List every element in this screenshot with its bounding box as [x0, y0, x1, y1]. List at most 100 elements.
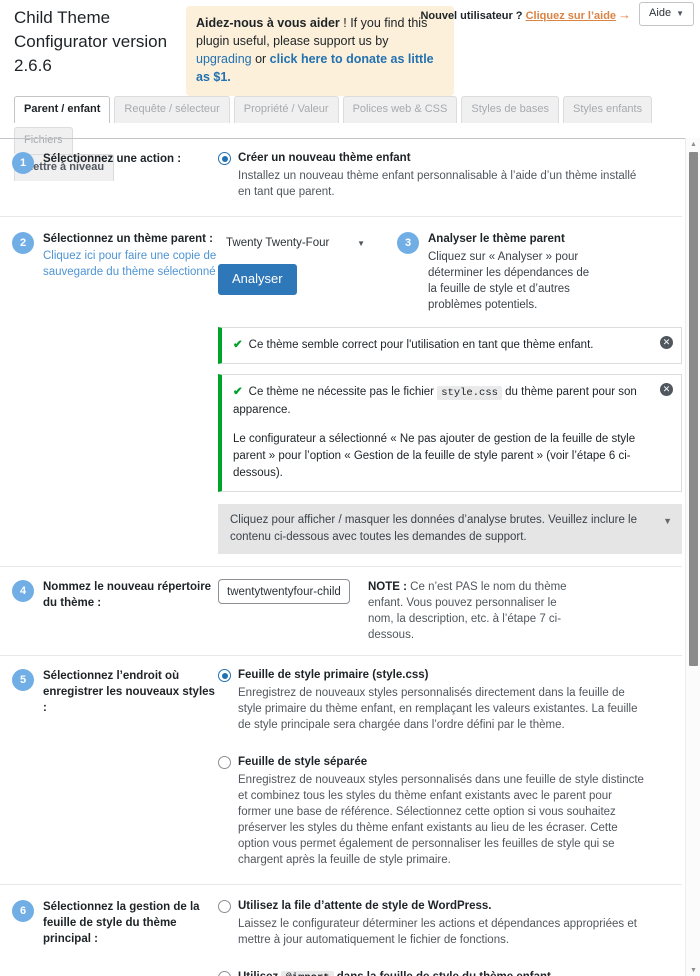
upgrade-link[interactable]: upgrading: [196, 52, 252, 66]
tab-propriete-valeur[interactable]: Propriété / Valeur: [233, 96, 339, 123]
step-5-row: 5 Sélectionnez l’endroit où enregistrer …: [0, 656, 682, 885]
notice-stylesheet-p1: ✔ Ce thème ne nécessite pas le fichier st…: [233, 384, 651, 419]
step-4-columns: NOTE : Ce n’est PAS le nom du thème enfa…: [218, 579, 682, 643]
scrollbar-thumb[interactable]: [689, 152, 698, 666]
backup-theme-link[interactable]: Cliquez ici pour faire une copie de sauv…: [43, 248, 218, 280]
tab-polices-web-css[interactable]: Polices web & CSS: [342, 96, 458, 123]
step-6-left: 6 Sélectionnez la gestion de la feuille …: [0, 899, 218, 976]
step-4-row: 4 Nommez le nouveau répertoire du thème …: [0, 566, 682, 656]
chevron-down-icon: ▼: [676, 9, 684, 18]
chevron-down-icon: ▼: [663, 516, 672, 526]
step-1-row: 1 Sélectionnez une action : Créer un nou…: [0, 139, 682, 217]
step-5-badge: 5: [12, 669, 34, 691]
parent-theme-select-value: Twenty Twenty-Four: [226, 237, 330, 249]
action-radio-group: Créer un nouveau thème enfant Installez …: [218, 151, 682, 200]
radio-label-wp-enqueue: Utilisez la file d’attente de style de W…: [238, 900, 492, 912]
step-4-note: NOTE : Ce n’est PAS le nom du thème enfa…: [368, 579, 583, 643]
child-theme-configurator-page: Child Theme Configurator version 2.6.6 A…: [0, 0, 700, 976]
radio-desc-wp-enqueue: Laissez le configurateur déterminer les …: [238, 918, 637, 946]
radio-primary-stylesheet[interactable]: Feuille de style primaire (style.css): [218, 668, 682, 682]
panel-scrollbar[interactable]: ▲ ▼: [685, 138, 700, 976]
step-1-left: 1 Sélectionnez une action :: [0, 151, 218, 204]
step-2-right: Twenty Twenty-Four ▼ Analyser 3 Analyser…: [218, 231, 682, 554]
help-row: Nouvel utilisateur ? Cliquez sur l’aide →…: [420, 2, 694, 26]
donate-lead: Aidez-nous à vous aider: [196, 16, 340, 30]
radio-import[interactable]: Utilisez @import dans la feuille de styl…: [218, 970, 682, 976]
step-1-label: Sélectionnez une action :: [43, 153, 182, 165]
step-2-row: 2 Sélectionnez un thème parent : Cliquez…: [0, 217, 682, 566]
radio-icon-separate-stylesheet[interactable]: [218, 756, 231, 769]
step-2-label-text: Sélectionnez un thème parent :: [43, 233, 213, 245]
step-3-head: 3 Analyser le thème parent Cliquez sur «…: [397, 231, 597, 313]
step-6-right: Utilisez la file d’attente de style de W…: [218, 899, 682, 976]
notice-p1-a: Ce thème ne nécessite pas le fichier: [248, 386, 438, 398]
radio-icon-import[interactable]: [218, 971, 231, 976]
dismiss-icon[interactable]: ✕: [660, 383, 673, 396]
radio-separate-stylesheet-block: Feuille de style séparée Enregistrez de …: [218, 755, 682, 868]
step-6-label: Sélectionnez la gestion de la feuille de…: [43, 901, 200, 945]
radio-icon-primary-stylesheet[interactable]: [218, 669, 231, 682]
radio-wp-enqueue-block: Utilisez la file d’attente de style de W…: [218, 899, 682, 948]
step-2-left: 2 Sélectionnez un thème parent : Cliquez…: [0, 231, 218, 554]
settings-panel: 1 Sélectionnez une action : Créer un nou…: [0, 138, 700, 976]
tab-styles-enfants[interactable]: Styles enfants: [563, 96, 653, 123]
step-4-label: Nommez le nouveau répertoire du thème :: [43, 581, 212, 609]
radio-icon-create-child-theme[interactable]: [218, 152, 231, 165]
check-icon: ✔: [233, 339, 243, 351]
tab-requete-selecteur[interactable]: Requête / sélecteur: [114, 96, 230, 123]
raw-analysis-toggle[interactable]: Cliquez pour afficher / masquer les donn…: [218, 504, 682, 554]
tab-parent-enfant[interactable]: Parent / enfant: [14, 96, 111, 123]
analyser-button[interactable]: Analyser: [218, 264, 297, 295]
radio-separate-stylesheet[interactable]: Feuille de style séparée: [218, 755, 682, 769]
notice-theme-ok-text: Ce thème semble correct pour l'utilisati…: [248, 339, 594, 351]
radio-label-primary-stylesheet: Feuille de style primaire (style.css): [238, 669, 429, 681]
radio-desc-primary-stylesheet: Enregistrez de nouveaux styles personnal…: [238, 687, 638, 731]
step-3-title: Analyser le thème parent: [428, 233, 565, 245]
step-4-badge: 4: [12, 580, 34, 602]
chevron-down-icon: ▼: [357, 238, 365, 248]
step-5-left: 5 Sélectionnez l’endroit où enregistrer …: [0, 668, 218, 872]
step-4-left: 4 Nommez le nouveau répertoire du thème …: [0, 579, 218, 643]
notice-theme-ok: ✔ Ce thème semble correct pour l'utilisat…: [218, 327, 682, 364]
step-3-column: 3 Analyser le thème parent Cliquez sur «…: [397, 231, 597, 313]
notice-stylesheet-info: ✔ Ce thème ne nécessite pas le fichier st…: [218, 374, 682, 492]
step-3-badge: 3: [397, 232, 419, 254]
code-import: @import: [281, 971, 334, 976]
step-3-desc: Cliquez sur « Analyser » pour déterminer…: [428, 251, 590, 311]
step-1-badge: 1: [12, 152, 34, 174]
arrow-right-icon: →: [618, 6, 632, 22]
radio-label-create-child-theme: Créer un nouveau thème enfant: [238, 152, 411, 164]
help-button-label: Aide: [649, 7, 672, 19]
help-hint-link[interactable]: Cliquez sur l’aide: [526, 10, 616, 22]
donate-notice: Aidez-nous à vous aider ! If you find th…: [186, 6, 454, 96]
donate-or: or: [251, 52, 270, 66]
settings-panel-inner: 1 Sélectionnez une action : Créer un nou…: [0, 139, 700, 976]
child-theme-directory-input[interactable]: [218, 579, 350, 604]
page-header: Child Theme Configurator version 2.6.6 A…: [0, 0, 700, 96]
help-button[interactable]: Aide ▼: [639, 2, 694, 26]
radio-desc-separate-stylesheet: Enregistrez de nouveaux styles personnal…: [238, 774, 644, 866]
tab-styles-de-bases[interactable]: Styles de bases: [461, 96, 560, 123]
radio-create-child-theme[interactable]: Créer un nouveau thème enfant: [218, 151, 682, 165]
step-2-badge: 2: [12, 232, 34, 254]
raw-analysis-toggle-text: Cliquez pour afficher / masquer les donn…: [230, 514, 637, 543]
step-1-right: Créer un nouveau thème enfant Installez …: [218, 151, 682, 204]
check-icon: ✔: [233, 386, 243, 398]
radio-desc-create-child-theme: Installez un nouveau thème enfant person…: [238, 170, 637, 198]
code-style-css: style.css: [437, 386, 502, 400]
radio-wp-enqueue[interactable]: Utilisez la file d’attente de style de W…: [218, 899, 682, 913]
radio-primary-stylesheet-block: Feuille de style primaire (style.css) En…: [218, 668, 682, 733]
dismiss-icon[interactable]: ✕: [660, 336, 673, 349]
note-bold: NOTE :: [368, 581, 407, 593]
scroll-down-icon[interactable]: ▼: [686, 964, 700, 976]
radio-import-block: Utilisez @import dans la feuille de styl…: [218, 970, 682, 976]
radio-icon-wp-enqueue[interactable]: [218, 900, 231, 913]
help-hint-prefix: Nouvel utilisateur ?: [420, 9, 523, 22]
step-3-text-wrap: Analyser le thème parent Cliquez sur « A…: [428, 231, 597, 313]
scroll-up-icon[interactable]: ▲: [686, 138, 700, 150]
radio-label-separate-stylesheet: Feuille de style séparée: [238, 756, 368, 768]
parent-theme-select[interactable]: Twenty Twenty-Four ▼: [218, 231, 373, 255]
notice-stylesheet-p2: Le configurateur a sélectionné « Ne pas …: [233, 433, 636, 479]
step-6-row: 6 Sélectionnez la gestion de la feuille …: [0, 885, 682, 976]
help-hint: Nouvel utilisateur ? Cliquez sur l’aide →: [420, 7, 631, 22]
